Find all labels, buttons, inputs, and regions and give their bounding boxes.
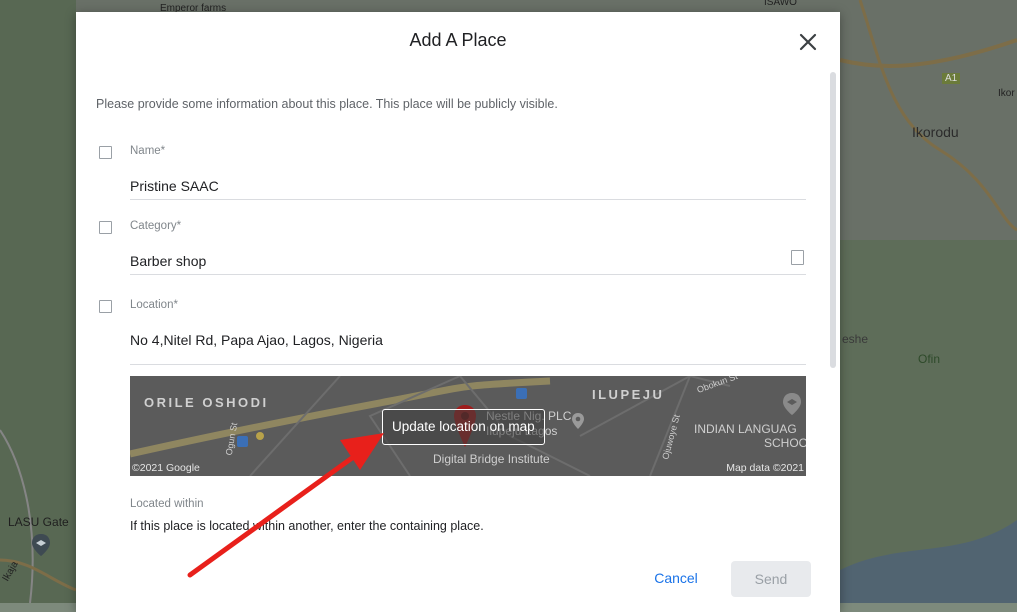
highway-shield: A1 (942, 73, 961, 84)
map-preview-label: ORILE OSHODI (144, 395, 269, 410)
map-label: eshe (842, 332, 869, 346)
intro-text: Please provide some information about th… (96, 97, 558, 111)
bus-stop-icon (516, 388, 527, 399)
map-preview-label: SCHOO (764, 436, 806, 450)
location-field-underline (130, 364, 806, 365)
map-data-credit: Map data ©2021 (726, 462, 804, 474)
name-field[interactable]: Pristine SAAC (130, 178, 219, 194)
located-within-label: Located within (130, 498, 204, 510)
map-label: Ofin (918, 352, 941, 366)
cancel-button[interactable]: Cancel (645, 561, 707, 595)
bus-stop-icon (237, 436, 248, 447)
send-button[interactable]: Send (731, 561, 811, 597)
school-icon (782, 392, 802, 416)
location-field[interactable]: No 4,Nitel Rd, Papa Ajao, Lagos, Nigeria (130, 332, 383, 348)
location-field-icon (99, 300, 112, 313)
map-credit: ©2021 Google (132, 462, 200, 474)
category-label: Category* (130, 220, 182, 232)
map-label: Ikor (998, 88, 1015, 99)
map-preview-label: ILUPEJU (592, 387, 665, 402)
name-field-icon (99, 146, 112, 159)
update-location-button[interactable]: Update location on map (382, 409, 545, 445)
category-field-underline (130, 274, 806, 275)
close-button[interactable] (796, 30, 820, 54)
dialog-title: Add A Place (409, 30, 507, 50)
add-place-dialog: Add A Place Please provide some informat… (76, 12, 840, 612)
located-within-help: If this place is located within another,… (130, 519, 484, 533)
category-field[interactable]: Barber shop (130, 253, 206, 269)
map-poi-icon (31, 533, 51, 557)
map-label-town: Ikorodu (912, 124, 959, 140)
close-icon (799, 33, 817, 51)
poi-pin-icon (571, 412, 585, 430)
dialog-scrollbar[interactable] (830, 72, 836, 368)
poi-dot-icon (256, 432, 264, 440)
name-field-underline (130, 199, 806, 200)
map-preview-label: INDIAN LANGUAG (694, 422, 797, 436)
name-label: Name* (130, 145, 166, 157)
map-label: LASU Gate (8, 515, 69, 529)
map-preview-label: Digital Bridge Institute (433, 452, 550, 466)
category-field-icon (99, 221, 112, 234)
location-label: Location* (130, 299, 178, 311)
category-dropdown-icon[interactable] (791, 250, 804, 265)
location-map-preview[interactable]: ORILE OSHODI ILUPEJU Nestle Nig. PLC Ilu… (130, 376, 806, 476)
map-label: ISAWO (764, 0, 797, 8)
